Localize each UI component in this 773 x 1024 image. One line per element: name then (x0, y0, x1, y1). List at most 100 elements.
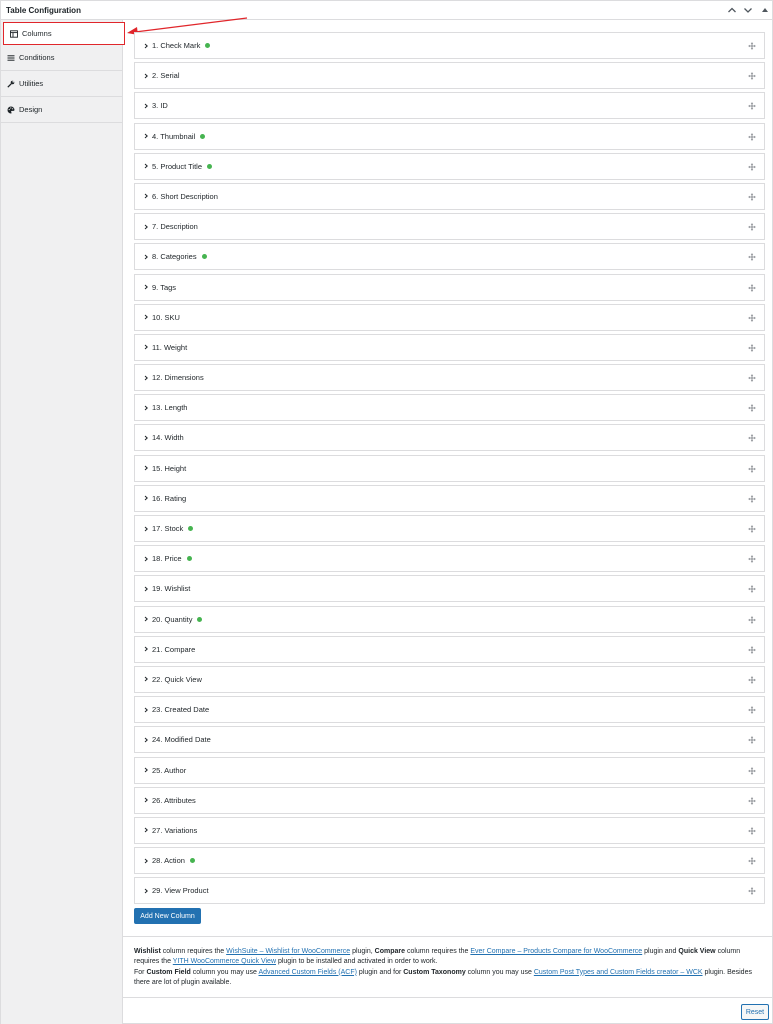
chevron-right-icon[interactable] (143, 465, 149, 471)
chevron-right-icon[interactable] (143, 224, 149, 230)
column-row[interactable]: 8. Categories (134, 243, 765, 271)
chevron-right-icon[interactable] (143, 435, 149, 441)
chevron-right-icon[interactable] (143, 526, 149, 532)
drag-handle-icon[interactable] (748, 313, 756, 322)
chevron-right-icon[interactable] (143, 375, 149, 381)
sidebar-item-utilities[interactable]: Utilities (1, 71, 122, 97)
column-row[interactable]: 11. Weight (134, 333, 765, 361)
drag-handle-icon[interactable] (748, 646, 756, 654)
move-up-button[interactable] (726, 3, 738, 17)
column-row[interactable]: 10. SKU (134, 303, 765, 331)
column-row[interactable]: 15. Height (134, 454, 765, 482)
drag-handle-icon[interactable] (748, 857, 756, 865)
chevron-right-icon[interactable] (143, 797, 149, 803)
drag-handle-icon[interactable] (748, 72, 756, 80)
chevron-right-icon[interactable] (143, 314, 149, 320)
column-row[interactable]: 17. Stock (134, 515, 765, 542)
drag-handle-icon[interactable] (748, 766, 756, 775)
drag-handle-icon[interactable] (748, 525, 756, 533)
column-row[interactable]: 2. Serial (134, 62, 765, 90)
drag-handle-icon[interactable] (748, 736, 756, 745)
column-row[interactable]: 19. Wishlist (134, 575, 765, 603)
column-row[interactable]: 6. Short Description (134, 182, 765, 210)
chevron-right-icon[interactable] (143, 646, 149, 652)
chevron-right-icon[interactable] (143, 767, 149, 773)
column-row[interactable]: 20. Quantity (134, 605, 765, 633)
drag-handle-icon[interactable] (748, 796, 756, 805)
chevron-right-icon[interactable] (143, 737, 149, 743)
chevron-right-icon[interactable] (143, 193, 149, 199)
chevron-right-icon[interactable] (143, 254, 149, 260)
drag-handle-icon[interactable] (748, 253, 756, 262)
chevron-right-icon[interactable] (143, 133, 149, 139)
drag-handle-icon[interactable] (748, 676, 756, 684)
wck-link[interactable]: Custom Post Types and Custom Fields crea… (534, 969, 703, 976)
column-row[interactable]: 28. Action (134, 847, 765, 875)
column-row[interactable]: 24. Modified Date (134, 726, 765, 754)
yith-quick-view-link[interactable]: YITH WooCommerce Quick View (173, 958, 276, 965)
column-row[interactable]: 16. Rating (134, 484, 765, 512)
column-row[interactable]: 3. ID (134, 92, 765, 120)
move-down-button[interactable] (742, 3, 754, 17)
wishsuite-link[interactable]: WishSuite – Wishlist for WooCommerce (226, 948, 350, 955)
chevron-right-icon[interactable] (143, 495, 149, 501)
drag-handle-icon[interactable] (748, 585, 756, 594)
chevron-right-icon[interactable] (143, 344, 149, 350)
sidebar-item-design[interactable]: Design (1, 97, 122, 123)
chevron-right-icon[interactable] (143, 163, 149, 169)
chevron-right-icon[interactable] (143, 616, 149, 622)
toggle-panel-button[interactable] (760, 5, 770, 15)
drag-handle-icon[interactable] (748, 374, 756, 382)
column-row[interactable]: 1. Check Mark (134, 32, 765, 59)
drag-handle-icon[interactable] (748, 132, 756, 141)
chevron-right-icon[interactable] (143, 556, 149, 562)
column-row[interactable]: 4. Thumbnail (134, 122, 765, 150)
ever-compare-link[interactable]: Ever Compare – Products Compare for WooC… (470, 948, 642, 955)
drag-handle-icon[interactable] (748, 42, 756, 50)
chevron-right-icon[interactable] (143, 43, 149, 49)
drag-handle-icon[interactable] (748, 706, 756, 714)
reset-button[interactable]: Reset (741, 1004, 769, 1020)
drag-handle-icon[interactable] (748, 163, 756, 171)
chevron-right-icon[interactable] (143, 827, 149, 833)
column-row[interactable]: 25. Author (134, 756, 765, 784)
drag-handle-icon[interactable] (748, 495, 756, 503)
column-row[interactable]: 7. Description (134, 213, 765, 241)
drag-handle-icon[interactable] (748, 827, 756, 835)
drag-handle-icon[interactable] (748, 193, 756, 201)
column-row[interactable]: 14. Width (134, 424, 765, 452)
chevron-right-icon[interactable] (143, 676, 149, 682)
sidebar-item-columns[interactable]: Columns (3, 22, 125, 45)
drag-handle-icon[interactable] (748, 887, 756, 895)
drag-handle-icon[interactable] (748, 615, 756, 624)
column-row[interactable]: 27. Variations (134, 816, 765, 844)
chevron-right-icon[interactable] (143, 858, 149, 864)
column-row[interactable]: 21. Compare (134, 635, 765, 663)
chevron-right-icon[interactable] (143, 888, 149, 894)
column-row[interactable]: 13. Length (134, 394, 765, 422)
acf-link[interactable]: Advanced Custom Fields (ACF) (259, 969, 357, 976)
sidebar-item-conditions[interactable]: Conditions (1, 45, 122, 71)
drag-handle-icon[interactable] (748, 464, 756, 473)
chevron-right-icon[interactable] (143, 586, 149, 592)
column-row[interactable]: 5. Product Title (134, 152, 765, 180)
drag-handle-icon[interactable] (748, 434, 756, 443)
column-row[interactable]: 29. View Product (134, 877, 765, 905)
column-row[interactable]: 12. Dimensions (134, 364, 765, 392)
drag-handle-icon[interactable] (748, 344, 756, 352)
drag-handle-icon[interactable] (748, 102, 756, 111)
column-row[interactable]: 23. Created Date (134, 696, 765, 724)
chevron-right-icon[interactable] (143, 284, 149, 290)
chevron-right-icon[interactable] (143, 103, 149, 109)
drag-handle-icon[interactable] (748, 404, 756, 412)
column-row[interactable]: 26. Attributes (134, 786, 765, 814)
chevron-right-icon[interactable] (143, 73, 149, 79)
chevron-right-icon[interactable] (143, 405, 149, 411)
column-row[interactable]: 18. Price (134, 545, 765, 573)
column-row[interactable]: 9. Tags (134, 273, 765, 301)
drag-handle-icon[interactable] (748, 555, 756, 563)
column-row[interactable]: 22. Quick View (134, 665, 765, 693)
add-new-column-button[interactable]: Add New Column (134, 908, 201, 924)
drag-handle-icon[interactable] (748, 223, 756, 231)
chevron-right-icon[interactable] (143, 707, 149, 713)
